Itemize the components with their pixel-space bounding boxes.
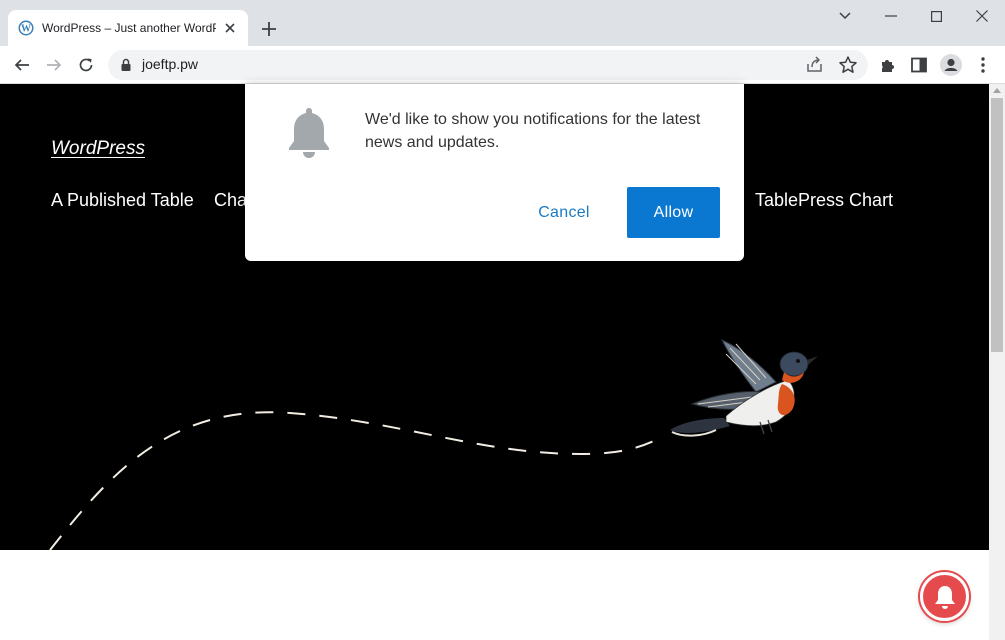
close-icon[interactable] bbox=[222, 20, 238, 36]
extensions-icon[interactable] bbox=[875, 53, 899, 77]
chevron-down-icon[interactable] bbox=[830, 4, 860, 28]
maximize-icon[interactable] bbox=[921, 4, 951, 28]
bird-illustration bbox=[670, 338, 818, 437]
reload-icon[interactable] bbox=[74, 53, 98, 77]
bell-icon bbox=[934, 585, 955, 609]
scroll-thumb[interactable] bbox=[991, 98, 1003, 352]
allow-button[interactable]: Allow bbox=[627, 187, 720, 238]
share-icon[interactable] bbox=[806, 56, 824, 74]
close-icon[interactable] bbox=[967, 4, 997, 28]
wordpress-icon: W bbox=[18, 20, 34, 36]
back-icon[interactable] bbox=[10, 53, 34, 77]
page-scrollbar[interactable] bbox=[989, 84, 1005, 640]
address-bar[interactable]: joeftp.pw bbox=[108, 50, 868, 80]
notification-prompt: We'd like to show you notifications for … bbox=[245, 84, 744, 261]
side-panel-icon[interactable] bbox=[907, 53, 931, 77]
scroll-up-arrow[interactable] bbox=[993, 88, 1001, 93]
notification-bell-button[interactable] bbox=[920, 572, 969, 621]
plus-icon[interactable] bbox=[258, 18, 280, 40]
minimize-icon[interactable] bbox=[876, 4, 906, 28]
menu-icon[interactable] bbox=[971, 53, 995, 77]
lock-icon[interactable] bbox=[118, 57, 134, 73]
star-icon[interactable] bbox=[838, 55, 858, 75]
tab-strip: W WordPress – Just another WordPress sit… bbox=[0, 0, 1005, 46]
profile-icon[interactable] bbox=[939, 53, 963, 77]
browser-tab[interactable]: W WordPress – Just another WordPress sit… bbox=[8, 10, 248, 46]
cancel-button[interactable]: Cancel bbox=[517, 188, 611, 238]
prompt-message: We'd like to show you notifications for … bbox=[365, 111, 701, 151]
forward-icon[interactable] bbox=[42, 53, 66, 77]
tab-title: WordPress – Just another WordPress site bbox=[42, 21, 216, 35]
browser-toolbar: joeftp.pw bbox=[0, 46, 1005, 84]
bell-icon bbox=[289, 108, 329, 158]
url-text[interactable]: joeftp.pw bbox=[142, 56, 198, 72]
svg-text:W: W bbox=[21, 24, 31, 35]
